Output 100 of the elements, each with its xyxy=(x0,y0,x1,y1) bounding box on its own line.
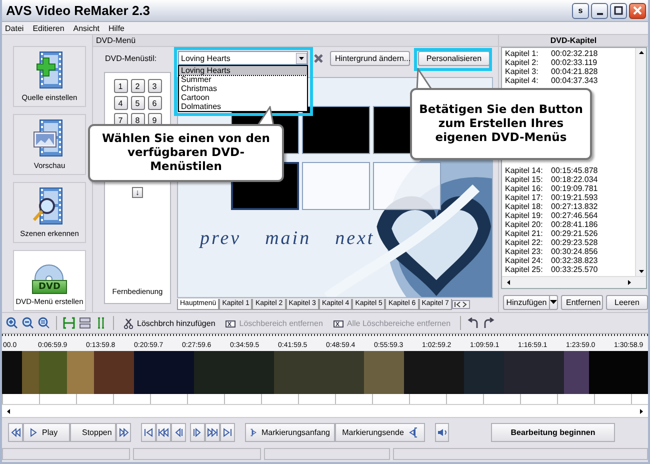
chapter-item[interactable]: Kapitel 17: 00:19:21.593 xyxy=(505,193,635,202)
chapter-item[interactable]: Kapitel 3: 00:04:21.828 xyxy=(505,67,635,76)
step-back-icon xyxy=(174,428,183,436)
next-frame-button[interactable] xyxy=(190,422,205,442)
menu-item[interactable]: Hilfe xyxy=(108,24,125,32)
minimize-icon xyxy=(596,12,602,14)
menu-nav-label[interactable]: main xyxy=(265,228,312,250)
dvd-badge: DVD xyxy=(32,280,68,294)
add-menu-button[interactable] xyxy=(549,295,558,310)
horizontal-scrollbar[interactable] xyxy=(502,276,646,288)
dropdown-option[interactable]: Christmas xyxy=(179,84,307,93)
volume-button[interactable] xyxy=(435,422,449,442)
marker-icon[interactable] xyxy=(95,317,107,329)
menu-thumbnail[interactable] xyxy=(302,162,370,210)
remove-button[interactable]: Entfernen xyxy=(561,295,603,310)
caret-icon xyxy=(550,300,557,305)
maximize-button[interactable] xyxy=(610,2,627,18)
previous-frame-button[interactable] xyxy=(171,422,186,442)
window-title: AVS Video ReMaker 2.3 xyxy=(6,3,150,18)
scissors-icon xyxy=(123,318,134,328)
minimize-button[interactable] xyxy=(591,2,608,18)
skip-back-icon xyxy=(158,428,169,436)
chapter-item[interactable]: Kapitel 24: 00:32:38.823 xyxy=(505,256,635,265)
style-dropdown[interactable]: Loving Hearts xyxy=(178,51,308,65)
zoom-in-icon[interactable] xyxy=(6,317,18,329)
toolbar-button[interactable]: Löschbrch hinzufügen xyxy=(120,318,218,328)
close-button[interactable] xyxy=(629,2,646,18)
close-icon xyxy=(633,6,642,15)
chapter-item[interactable]: Kapitel 22: 00:29:23.528 xyxy=(505,238,635,247)
menu-thumbnail[interactable] xyxy=(302,106,370,154)
dropdown-option[interactable]: Cartoon xyxy=(179,93,307,102)
play-icon xyxy=(30,428,37,436)
mark-out-icon xyxy=(408,426,418,438)
redo-icon[interactable] xyxy=(482,317,495,329)
menu-item[interactable]: Datei xyxy=(5,24,24,32)
mark-in-icon xyxy=(250,426,257,438)
menu-nav-label[interactable]: next xyxy=(335,228,375,250)
go-to-end-button[interactable] xyxy=(220,422,235,442)
remote-key[interactable]: 4 xyxy=(114,96,128,110)
chapter-item[interactable]: Kapitel 4: 00:04:37.343 xyxy=(505,76,635,85)
remote-key[interactable]: ↓ xyxy=(132,187,143,198)
remote-key[interactable]: 1 xyxy=(114,79,128,93)
panel-title: DVD-Menü xyxy=(96,36,136,45)
chapter-item[interactable]: Kapitel 21: 00:29:21.526 xyxy=(505,229,635,238)
undo-icon[interactable] xyxy=(466,317,479,329)
mark-out-button[interactable]: Markierungsende xyxy=(335,422,425,442)
timeline-scrollbar[interactable] xyxy=(2,404,648,418)
callout-tooltip: Wählen Sie einen von den verfügbaren DVD-Menüstilen xyxy=(88,124,284,182)
start-editing-button[interactable]: Bearbeitung beginnen xyxy=(491,422,615,442)
menu-item[interactable]: Editieren xyxy=(32,24,64,32)
chapter-item[interactable]: Kapitel 25: 00:33:25.570 xyxy=(505,265,635,274)
remote-key[interactable]: 5 xyxy=(130,96,144,110)
step-forward-icon xyxy=(193,428,202,436)
mark-in-button[interactable]: Markierungsanfang xyxy=(245,422,335,442)
rewind-button[interactable] xyxy=(8,422,23,442)
vertical-scrollbar[interactable] xyxy=(635,48,646,276)
menu-thumbnail[interactable] xyxy=(373,162,441,210)
next-chapter-button[interactable] xyxy=(205,422,220,442)
stop-button[interactable]: Stoppen xyxy=(70,422,116,442)
play-button[interactable]: Play xyxy=(23,422,70,442)
chapter-item[interactable]: Kapitel 1: 00:02:32.218 xyxy=(505,49,635,58)
split-view-icon[interactable] xyxy=(79,317,91,329)
dropdown-option[interactable]: Dolmatines xyxy=(179,102,307,111)
menu-item[interactable]: Ansicht xyxy=(73,24,100,32)
change-background-button[interactable]: Hintergrund ändern... xyxy=(330,50,410,66)
fast-forward-button[interactable] xyxy=(116,422,131,442)
remote-key[interactable]: 3 xyxy=(148,79,162,93)
zoom-fit-icon[interactable] xyxy=(38,317,50,329)
skip-forward-icon xyxy=(207,428,218,436)
clear-button[interactable]: Leeren xyxy=(606,295,648,310)
fast-forward-icon xyxy=(118,428,128,436)
customize-button[interactable]: Personalisieren xyxy=(418,50,490,66)
chapter-item[interactable]: Kapitel 19: 00:27:46.564 xyxy=(505,211,635,220)
bracket-icon[interactable] xyxy=(63,317,75,329)
skip-start-icon xyxy=(144,428,153,436)
rewind-icon xyxy=(10,428,20,436)
zoom-out-icon[interactable] xyxy=(22,317,34,329)
add-button[interactable]: Hinzufügen xyxy=(503,295,549,310)
chapter-item[interactable]: Kapitel 15: 00:18:22.034 xyxy=(505,175,635,184)
remote-key[interactable]: 6 xyxy=(148,96,162,110)
skip-end-icon xyxy=(223,428,232,436)
previous-chapter-button[interactable] xyxy=(156,422,171,442)
dropdown-option[interactable]: Summer xyxy=(179,75,307,84)
chapter-item[interactable]: Kapitel 16: 00:19:09.781 xyxy=(505,184,635,193)
style-label: DVD-Menüstil: xyxy=(105,54,158,62)
menu-nav-label[interactable]: prev xyxy=(200,228,242,250)
chapter-item[interactable]: Kapitel 14: 00:15:45.878 xyxy=(505,166,635,175)
chapter-item[interactable]: Kapitel 18: 00:27:13.832 xyxy=(505,202,635,211)
callout-tooltip: Betätigen Sie den Button zum Erstellen Ihres eigenen DVD-Menüs xyxy=(410,88,592,160)
remote-key[interactable]: 2 xyxy=(130,79,144,93)
dropdown-option[interactable]: Loving Hearts xyxy=(179,66,307,75)
go-to-start-button[interactable] xyxy=(141,422,156,442)
skin-button[interactable]: s xyxy=(572,2,589,18)
chapter-item[interactable]: Kapitel 20: 00:28:41.186 xyxy=(505,220,635,229)
chapter-item[interactable]: Kapitel 2: 00:02:33.119 xyxy=(505,58,635,67)
chapter-item[interactable]: Kapitel 23: 00:30:24.856 xyxy=(505,247,635,256)
panel-title: DVD-Kapitel xyxy=(550,36,597,45)
speaker-icon xyxy=(436,428,448,436)
tab-scroll-icon[interactable] xyxy=(452,300,470,309)
delete-icon[interactable] xyxy=(313,52,324,64)
